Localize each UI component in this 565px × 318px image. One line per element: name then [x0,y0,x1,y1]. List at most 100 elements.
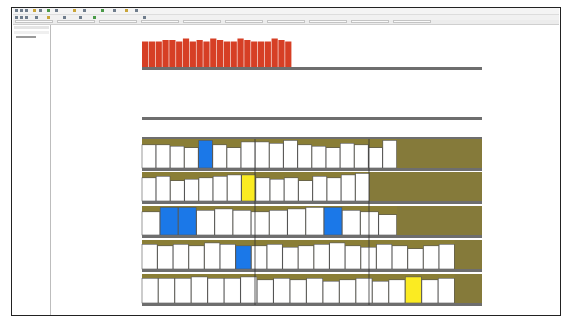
row-baseline [142,168,482,171]
row-bar [391,245,408,270]
top-bar [142,41,149,67]
row-bar [155,144,171,169]
row-bar [297,144,312,169]
row-bar [306,278,323,304]
top-bar [162,40,169,67]
top-bar [148,41,156,67]
row-bar [438,244,455,270]
row-bar [405,276,422,304]
top-bar [237,38,244,67]
row-bar [322,280,340,304]
row-bar [372,280,389,304]
row-bar [342,210,361,236]
row-bar [212,176,228,202]
top-bar [169,40,176,67]
row-bar [421,279,439,304]
top-bar [285,41,292,67]
bar-chart [141,38,482,306]
row-bar [298,245,314,270]
top-bar [196,40,203,67]
row-bar [178,207,197,236]
row-baseline [142,269,482,272]
row-bar [184,178,199,202]
top-bar [264,41,271,67]
row-bar [157,245,174,270]
top-bar [271,38,278,67]
row-bar [158,278,175,304]
row-bar [256,279,274,304]
top-bar [189,41,196,67]
row-bar [191,276,208,304]
row-bar [283,140,298,169]
screen [0,0,565,318]
row-bar [219,244,236,270]
top-bar [182,38,190,67]
baseline-line [142,67,482,70]
row-bar [354,144,369,169]
row-bar [159,207,179,236]
row-baseline [142,303,482,306]
row-bar [298,180,313,202]
row-bar [224,278,241,304]
row-bar [269,143,284,169]
row-bar [326,177,342,202]
top-bar [230,41,237,67]
row-bar [198,177,213,202]
row-bar [388,279,406,304]
top-bar [210,38,217,67]
row-bar [188,245,205,270]
row-bar [255,141,270,169]
row-bar [282,246,299,270]
row-bar [378,214,397,236]
row-bar [305,207,324,236]
row-bar [360,246,377,270]
row-bar [273,278,290,304]
row-bar [284,177,299,202]
row-bar [313,244,330,270]
top-bar [176,41,183,67]
top-bar [278,40,285,67]
row-bar [141,211,161,236]
row-bar [269,178,285,202]
row-bar [241,174,256,202]
top-bar [244,40,251,67]
row-bar [155,176,171,202]
row-bar [235,245,252,270]
row-bar [269,210,288,236]
row-bar [204,242,220,270]
row-bar [170,180,185,202]
row-bar [141,144,156,169]
row-bar [345,245,361,270]
top-bar [155,41,162,67]
row-bar [311,145,326,169]
row-bar [368,147,383,169]
top-bar [203,41,210,67]
row-bar [382,140,397,169]
row-bar [172,244,189,270]
row-bar [141,244,158,270]
row-bar [376,244,393,270]
row-bar [250,211,270,236]
row-bar [341,174,356,202]
row-bar [423,245,439,270]
row-bar [312,176,327,202]
top-bar [217,40,224,67]
row-bar [240,276,258,304]
top-bar [251,41,258,67]
row-bar [240,141,256,169]
row-bar [207,278,225,304]
row-bar [141,177,157,202]
row-bar [170,145,185,169]
row-bar [198,140,213,169]
row-baseline [142,201,482,204]
row-bar [360,211,379,236]
row-bar [141,278,159,304]
top-bar [223,41,231,67]
row-bar [323,207,343,236]
row-bar [174,278,192,304]
row-bar [196,210,215,236]
row-bar [212,144,227,169]
row-bar [407,248,424,270]
row-bar [355,173,370,202]
row-bar [325,147,341,169]
